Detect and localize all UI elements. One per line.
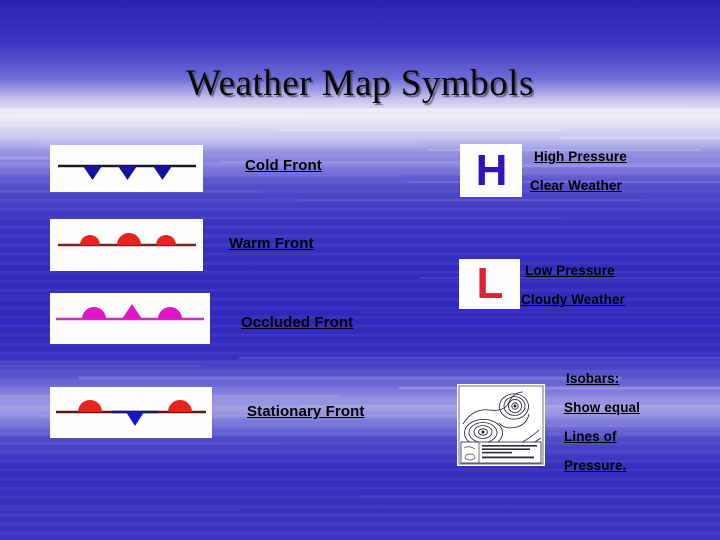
isobar-diagram: [457, 384, 545, 466]
cold-front-icon: [58, 164, 196, 180]
cold-front-label: Cold Front: [245, 157, 322, 174]
cloudy-weather-label: Cloudy Weather: [521, 292, 625, 307]
occluded-front-icon: [56, 304, 204, 321]
low-pressure-label: Low Pressure: [525, 263, 615, 278]
isobars-title-label: Isobars:: [566, 371, 620, 386]
cold-front-symbol: [50, 145, 203, 192]
occluded-front-symbol: [50, 293, 210, 344]
high-pressure-label: High Pressure: [534, 149, 627, 164]
stationary-front-icon: [56, 400, 206, 426]
warm-front-icon: [58, 233, 196, 247]
page-title: Weather Map Symbols: [186, 63, 534, 104]
warm-front-label: Warm Front: [229, 235, 314, 252]
stationary-front-symbol: [50, 387, 212, 438]
stationary-front-label: Stationary Front: [247, 403, 365, 420]
isobar-legend: [460, 441, 542, 464]
high-pressure-symbol: H: [460, 144, 522, 197]
low-pressure-letter: L: [476, 259, 504, 308]
isobar-contour-icon: [457, 384, 545, 466]
warm-front-symbol: [50, 219, 203, 271]
high-pressure-letter: H: [475, 145, 508, 195]
clear-weather-label: Clear Weather: [530, 178, 622, 193]
isobars-line-1-label: Show equal: [564, 400, 641, 415]
occluded-front-label: Occluded Front: [241, 314, 354, 331]
slide-canvas: Weather Map Symbols Cold Front Warm Fron…: [0, 0, 720, 540]
isobars-line-3-label: Pressure.: [564, 458, 627, 473]
isobars-line-2-label: Lines of: [564, 429, 617, 444]
low-pressure-symbol: L: [459, 259, 520, 309]
